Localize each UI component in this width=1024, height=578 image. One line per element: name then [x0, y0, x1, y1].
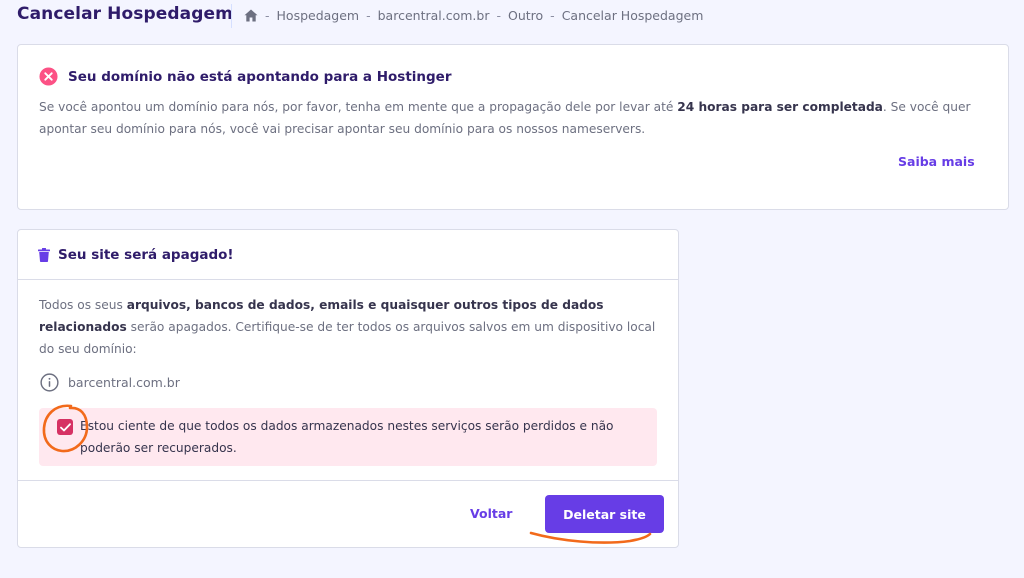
breadcrumb-separator: -	[265, 7, 270, 23]
alert-description: Se você apontou um domínio para nós, por…	[39, 96, 991, 140]
back-button[interactable]: Voltar	[470, 506, 512, 521]
alert-header: Seu domínio não está apontando para a Ho…	[39, 67, 451, 86]
breadcrumb-separator: -	[550, 7, 555, 23]
domain-alert-card: Seu domínio não está apontando para a Ho…	[17, 44, 1009, 210]
delete-card-header: Seu site será apagado!	[18, 230, 678, 280]
header-divider	[231, 4, 232, 28]
info-icon	[40, 373, 59, 392]
delete-warning-text: Todos os seus arquivos, bancos de dados,…	[39, 294, 664, 360]
confirm-label[interactable]: Estou ciente de que todos os dados armaz…	[80, 415, 640, 459]
delete-card-title: Seu site será apagado!	[58, 246, 234, 263]
home-icon[interactable]	[244, 9, 258, 22]
page-title: Cancelar Hospedagem	[17, 4, 233, 24]
breadcrumb-item-outro[interactable]: Outro	[508, 8, 543, 23]
alert-text: Se você apontou um domínio para nós, por…	[39, 100, 678, 114]
warning-text: serão apagados. Certifique-se de ter tod…	[39, 320, 656, 356]
breadcrumb-separator: -	[366, 7, 371, 23]
breadcrumb: - Hospedagem - barcentral.com.br - Outro…	[244, 7, 703, 23]
alert-text-bold: 24 horas para ser completada	[677, 100, 883, 114]
warning-text: Todos os seus	[39, 298, 127, 312]
delete-site-card: Seu site será apagado! Todos os seus arq…	[17, 229, 679, 548]
page: Cancelar Hospedagem - Hospedagem - barce…	[0, 0, 1024, 578]
error-circle-icon	[39, 67, 58, 86]
breadcrumb-separator: -	[496, 7, 501, 23]
trash-icon	[38, 247, 50, 262]
breadcrumb-item-current: Cancelar Hospedagem	[561, 7, 704, 23]
confirm-box: Estou ciente de que todos os dados armaz…	[39, 408, 657, 466]
delete-site-button[interactable]: Deletar site	[545, 495, 664, 533]
check-icon	[59, 422, 71, 431]
domain-name: barcentral.com.br	[68, 375, 180, 390]
domain-row: barcentral.com.br	[40, 373, 180, 392]
breadcrumb-item-hospedagem[interactable]: Hospedagem	[277, 8, 360, 23]
confirm-checkbox[interactable]	[57, 419, 73, 435]
card-footer-divider	[18, 480, 678, 481]
saiba-mais-link[interactable]: Saiba mais	[898, 154, 975, 169]
alert-title: Seu domínio não está apontando para a Ho…	[68, 68, 452, 85]
breadcrumb-item-domain[interactable]: barcentral.com.br	[378, 8, 490, 23]
page-header: Cancelar Hospedagem - Hospedagem - barce…	[0, 0, 1024, 32]
